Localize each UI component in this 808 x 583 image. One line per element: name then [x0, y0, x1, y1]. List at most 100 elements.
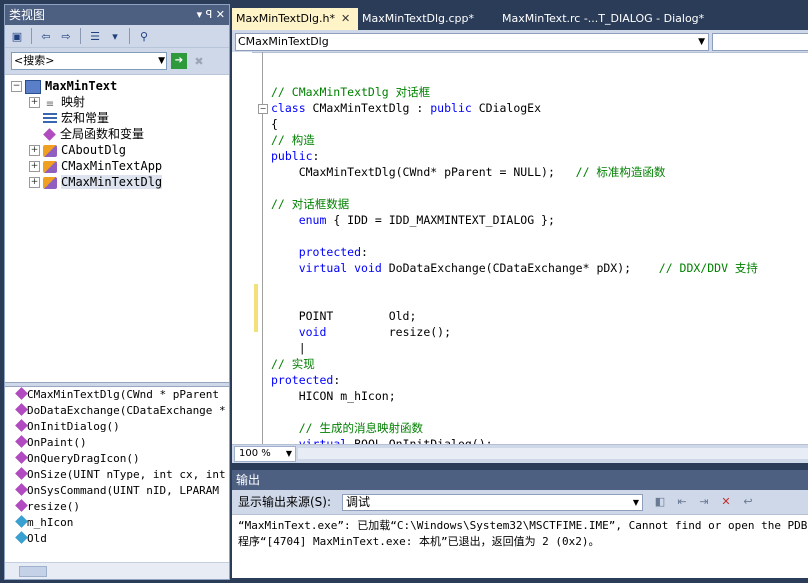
- code-token: {: [271, 117, 278, 131]
- member-item[interactable]: OnPaint(): [5, 435, 229, 451]
- member-item[interactable]: OnSize(UINT nType, int cx, int: [5, 467, 229, 483]
- tree-item[interactable]: + ≡ 映射: [5, 94, 229, 110]
- output-title: 输出: [236, 473, 261, 487]
- member-label: OnSize(UINT nType, int cx, int: [27, 468, 226, 481]
- code-token: :: [333, 373, 341, 387]
- method-icon: [15, 499, 28, 512]
- panel-window-controls[interactable]: ▾ ꟼ ✕: [197, 5, 225, 25]
- method-icon: [15, 387, 28, 400]
- member-item[interactable]: OnSysCommand(UINT nID, LPARAM: [5, 483, 229, 499]
- changed-lines-marker: [254, 284, 258, 332]
- tab-maxmintextdlg-h[interactable]: MaxMinTextDlg.h* ✕: [232, 8, 358, 30]
- code-token: CMaxMinTextDlg(CWnd* pParent = NULL);: [271, 165, 576, 179]
- class-view-title: 类视图: [9, 8, 46, 22]
- expand-toggle-icon[interactable]: +: [29, 145, 40, 156]
- chevron-down-icon[interactable]: ▼: [633, 495, 639, 510]
- member-item[interactable]: OnInitDialog(): [5, 419, 229, 435]
- expand-toggle-icon[interactable]: +: [29, 177, 40, 188]
- next-message-icon[interactable]: ⇥: [696, 494, 712, 510]
- tab-maxmintextdlg-cpp[interactable]: MaxMinTextDlg.cpp*: [358, 8, 478, 30]
- tree-item-label: MaxMinText: [45, 79, 118, 93]
- output-source-label: 显示输出来源(S):: [238, 495, 332, 509]
- tree-item[interactable]: + CMaxMinTextApp: [5, 158, 229, 174]
- class-tree: − MaxMinText + ≡ 映射 宏和常量 全局函数和变量 + CAboutDlg + CMa…: [5, 78, 229, 380]
- horizontal-scrollbar[interactable]: [5, 562, 229, 579]
- tree-item[interactable]: + CMaxMinTextDlg: [5, 174, 229, 190]
- zoom-select[interactable]: 100 % ▼: [234, 446, 296, 462]
- code-keyword: virtual: [298, 437, 348, 444]
- clear-search-icon[interactable]: ✖: [191, 53, 207, 69]
- class-combo[interactable]: CMaxMinTextDlg ▼: [235, 33, 709, 51]
- class-diagram-icon[interactable]: ⚲: [136, 28, 152, 44]
- output-line: “MaxMinText.exe”: 已加载“C:\Windows\System3…: [238, 519, 808, 532]
- code-token: { IDD = IDD_MAXMINTEXT_DIALOG };: [326, 213, 555, 227]
- settings-list-icon[interactable]: ☰: [87, 28, 103, 44]
- chevron-down-icon[interactable]: ▼: [286, 447, 292, 461]
- member-item[interactable]: resize(): [5, 499, 229, 515]
- tab-label: MaxMinText.rc -...T_DIALOG - Dialog*: [502, 12, 705, 25]
- method-icon: [15, 483, 28, 496]
- member-label: m_hIcon: [27, 516, 74, 529]
- class-combo-value: CMaxMinTextDlg: [238, 35, 329, 48]
- tree-item[interactable]: − MaxMinText: [5, 78, 229, 94]
- code-keyword: public: [271, 149, 313, 163]
- tree-item-label: 映射: [61, 95, 86, 109]
- member-label: resize(): [27, 500, 80, 513]
- member-item[interactable]: DoDataExchange(CDataExchange *: [5, 403, 229, 419]
- field-icon: [15, 515, 28, 528]
- member-item[interactable]: OnQueryDragIcon(): [5, 451, 229, 467]
- new-folder-icon[interactable]: ▣: [9, 28, 25, 44]
- expand-toggle-icon[interactable]: +: [29, 161, 40, 172]
- code-comment: // 生成的消息映射函数: [298, 421, 423, 435]
- code-text[interactable]: // CMaxMinTextDlg 对话框 class CMaxMinTextDl…: [271, 68, 808, 444]
- tree-item[interactable]: + CAboutDlg: [5, 142, 229, 158]
- code-line: CMaxMinTextDlg(CWnd* pParent = NULL); //…: [271, 164, 808, 180]
- code-line: HICON m_hIcon;: [271, 388, 808, 404]
- collapse-toggle-icon[interactable]: −: [258, 104, 268, 114]
- chevron-down-icon[interactable]: ▼: [158, 53, 165, 69]
- member-combo[interactable]: [712, 33, 808, 51]
- global-icon: [43, 128, 56, 141]
- code-token: CDialogEx: [471, 101, 542, 115]
- zoom-value: 100 %: [239, 448, 271, 459]
- map-icon: ≡: [45, 98, 55, 110]
- code-line: |: [271, 340, 808, 356]
- dropdown-arrow-icon[interactable]: ▾: [107, 28, 123, 44]
- find-message-icon[interactable]: ◧: [652, 494, 668, 510]
- clear-all-icon[interactable]: ✕: [718, 494, 734, 510]
- code-keyword: void: [354, 261, 382, 275]
- word-wrap-icon[interactable]: ↩: [740, 494, 756, 510]
- member-item[interactable]: m_hIcon: [5, 515, 229, 531]
- class-icon: [43, 160, 57, 173]
- method-icon: [15, 435, 28, 448]
- scrollbar-thumb[interactable]: [19, 566, 47, 577]
- forward-arrow-icon[interactable]: ⇨: [58, 28, 74, 44]
- expand-toggle-icon[interactable]: +: [29, 97, 40, 108]
- code-token: resize();: [326, 325, 452, 339]
- horizontal-scrollbar[interactable]: [298, 448, 808, 459]
- output-source-select[interactable]: 调试 ▼: [342, 494, 643, 511]
- member-item[interactable]: CMaxMinTextDlg(CWnd * pParent: [5, 387, 229, 403]
- code-area[interactable]: − // CMaxMinTextDlg 对话框 class CMaxMinText…: [232, 52, 808, 444]
- gutter: [232, 52, 252, 444]
- tree-item[interactable]: 全局函数和变量: [5, 126, 229, 142]
- search-input[interactable]: <搜索> ▼: [11, 52, 167, 70]
- code-comment: // 实现: [271, 357, 315, 371]
- output-text[interactable]: “MaxMinText.exe”: 已加载“C:\Windows\System3…: [238, 518, 808, 550]
- previous-message-icon[interactable]: ⇤: [674, 494, 690, 510]
- tree-item[interactable]: 宏和常量: [5, 110, 229, 126]
- back-arrow-icon[interactable]: ⇦: [38, 28, 54, 44]
- code-keyword: void: [298, 325, 327, 339]
- tab-maxmintext-rc[interactable]: MaxMinText.rc -...T_DIALOG - Dialog*: [498, 8, 708, 30]
- code-line: enum { IDD = IDD_MAXMINTEXT_DIALOG };: [271, 212, 808, 228]
- document-tabs: MaxMinTextDlg.h* ✕ MaxMinTextDlg.cpp* Max…: [232, 8, 808, 30]
- chevron-down-icon[interactable]: ▼: [698, 34, 705, 50]
- search-go-icon[interactable]: ➔: [171, 53, 187, 69]
- member-item[interactable]: Old: [5, 531, 229, 547]
- close-icon[interactable]: ✕: [341, 12, 350, 25]
- collapse-toggle-icon[interactable]: −: [11, 81, 22, 92]
